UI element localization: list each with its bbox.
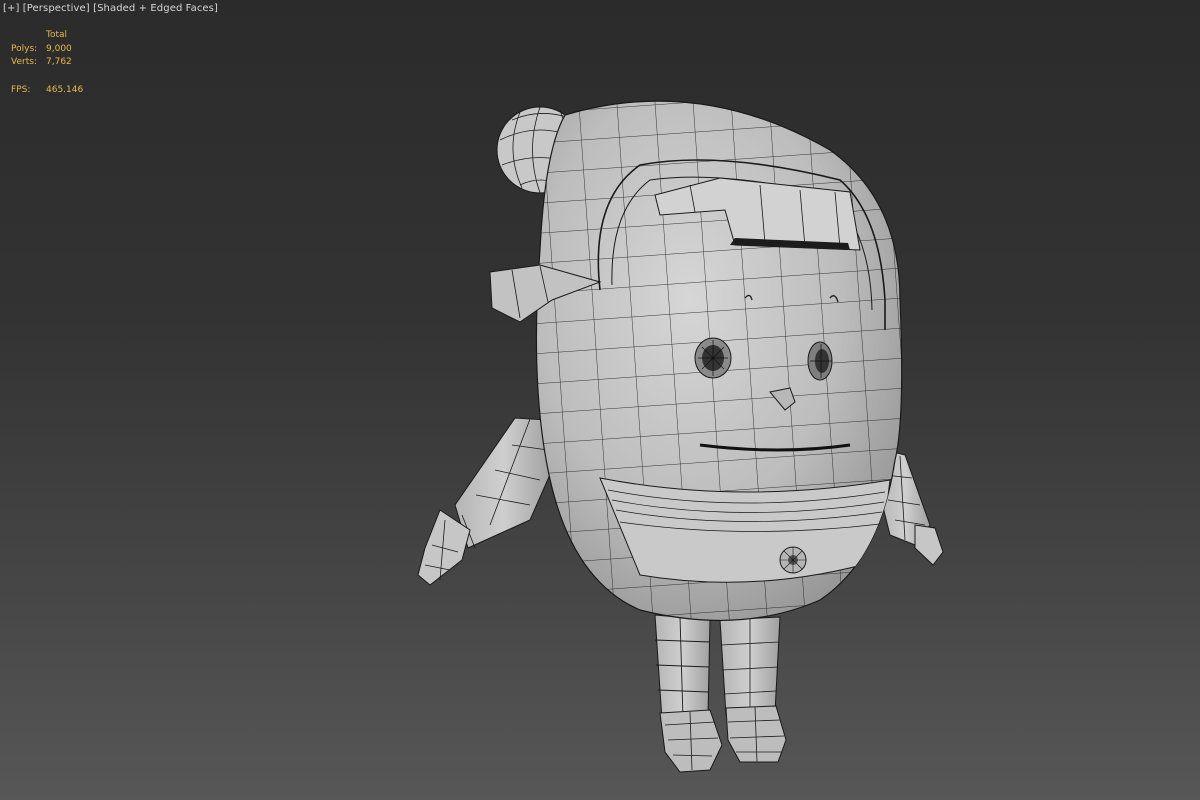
viewport-canvas[interactable] xyxy=(0,0,1200,800)
belly-button xyxy=(779,546,807,574)
left-arm xyxy=(417,417,553,586)
left-eye xyxy=(694,337,732,379)
right-eye xyxy=(807,341,833,381)
left-leg xyxy=(654,614,723,773)
character-model[interactable] xyxy=(417,70,944,773)
right-leg xyxy=(719,616,787,763)
